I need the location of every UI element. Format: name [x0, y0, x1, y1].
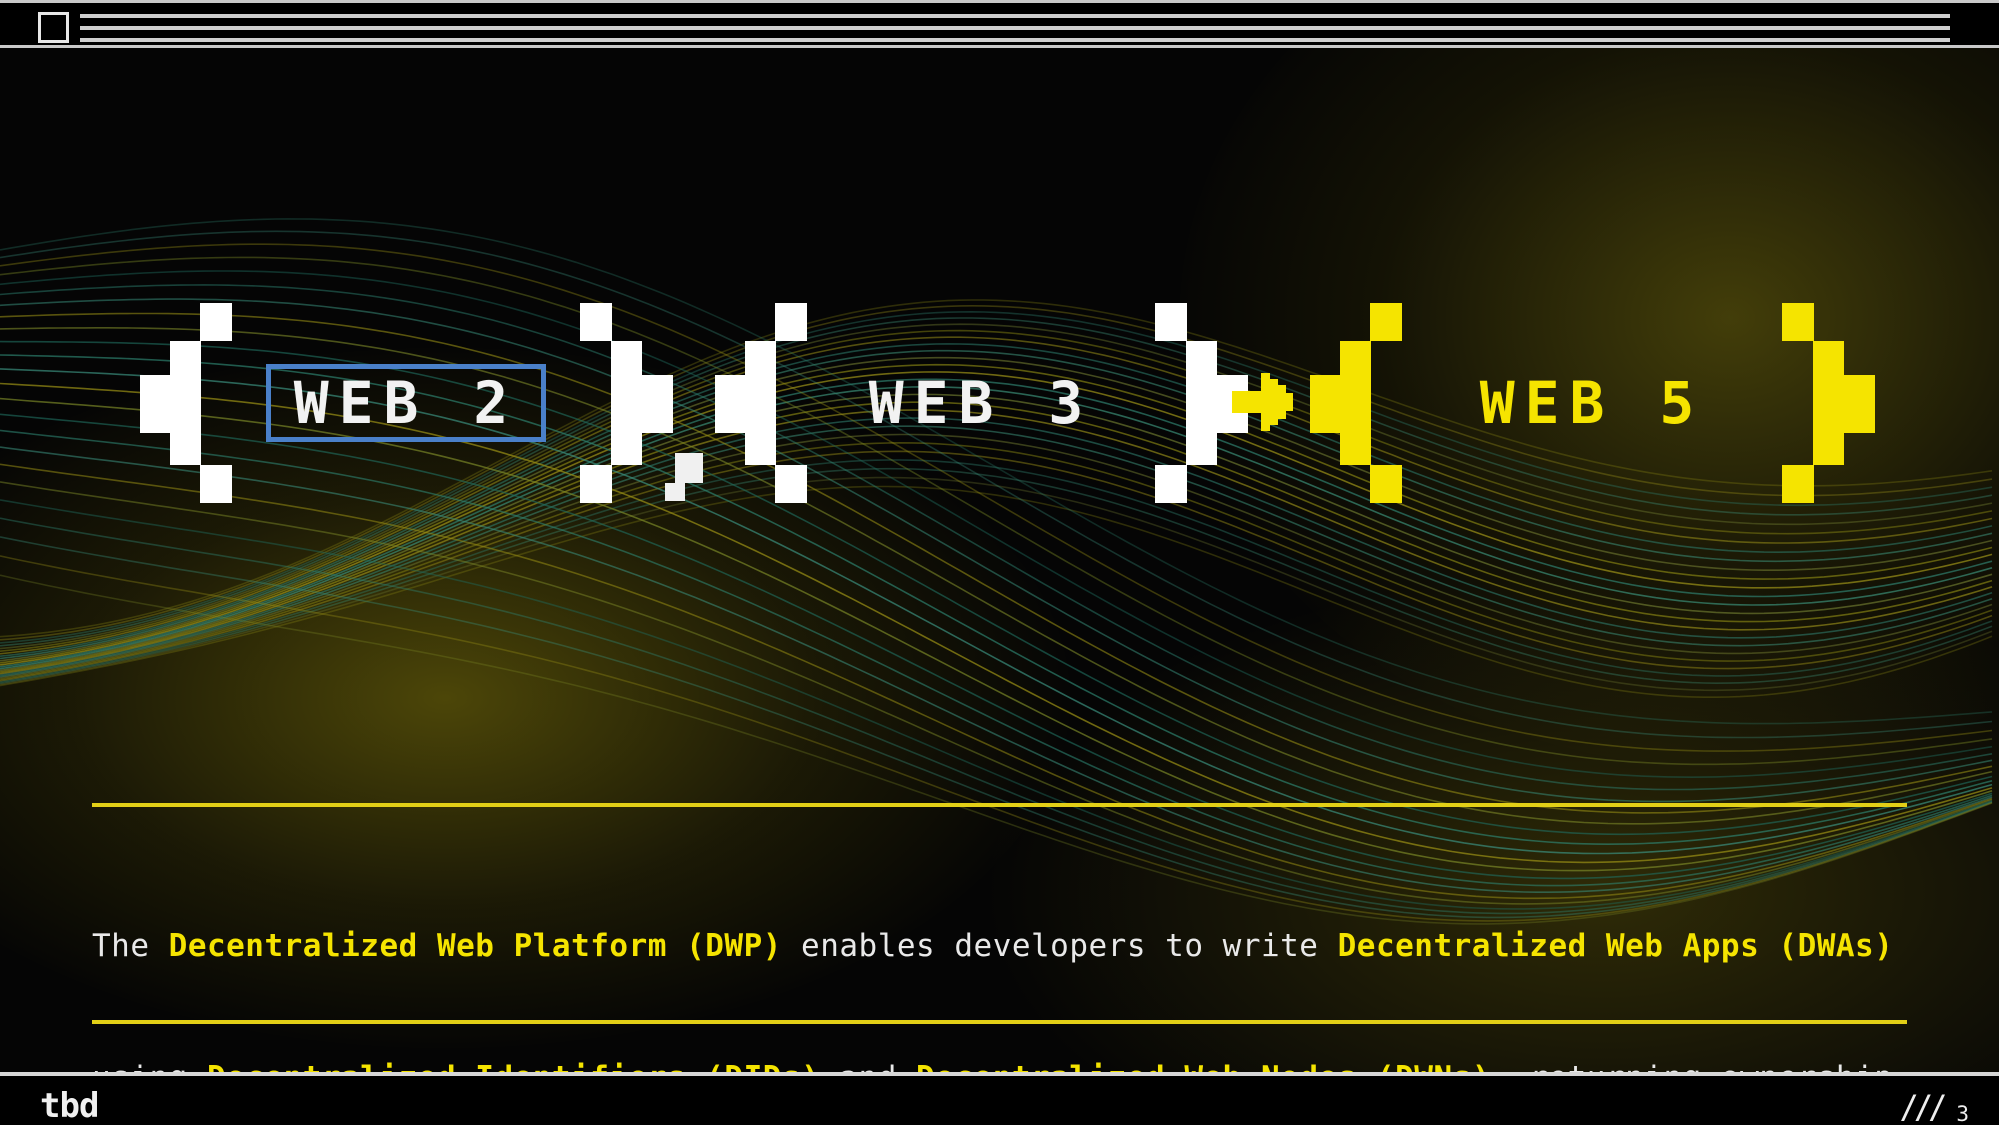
bracket-left-web3 — [715, 303, 807, 503]
body-line-1: The Decentralized Web Platform (DWP) ena… — [92, 924, 1907, 968]
chip-web5-label-box[interactable]: WEB 5 — [1442, 364, 1742, 442]
slide-body-text: The Decentralized Web Platform (DWP) ena… — [92, 836, 1907, 1072]
body-text-run: using — [92, 1060, 207, 1072]
divider-bottom — [92, 1020, 1907, 1024]
body-term-highlight: Decentralized Web Nodes (DWNs) — [916, 1060, 1491, 1072]
title-line — [80, 26, 1950, 30]
chip-web2[interactable]: WEB 2 — [140, 303, 673, 503]
chip-web3[interactable]: WEB 3 — [715, 303, 1248, 503]
bracket-right-web5 — [1782, 303, 1875, 503]
chip-web3-label-box[interactable]: WEB 3 — [841, 364, 1121, 442]
bracket-left-web2 — [140, 303, 232, 503]
page-indicator: /// 3 — [1900, 1088, 1969, 1125]
arrow-right-icon — [1232, 373, 1293, 433]
slide-canvas: WEB 2 WEB 3 WEB 5 The Decentralized Web … — [0, 48, 1999, 1072]
title-line — [80, 38, 1950, 42]
window-top-bar — [0, 0, 1999, 48]
divider-top — [92, 803, 1907, 807]
chip-web2-label: WEB 2 — [293, 369, 519, 437]
body-text-run: The — [92, 928, 169, 964]
tbd-logo: tbd — [40, 1086, 99, 1125]
body-text-run: enables developers to write — [781, 928, 1338, 964]
presentation-window: WEB 2 WEB 3 WEB 5 The Decentralized Web … — [0, 0, 1999, 1125]
chip-web5-label: WEB 5 — [1479, 369, 1705, 437]
body-term-highlight: Decentralized Web Platform (DWP) — [168, 928, 782, 964]
body-line-2: using Decentralized Identifiers (DIDs) a… — [92, 1056, 1907, 1072]
body-term-highlight: Decentralized Identifiers (DIDs) — [207, 1060, 820, 1072]
separator-comma — [665, 453, 703, 501]
slide-footer-bar: tbd /// 3 — [0, 1072, 1999, 1125]
slash-marks-icon: /// — [1899, 1088, 1948, 1125]
chip-web2-label-box[interactable]: WEB 2 — [266, 364, 546, 442]
body-text-run: , returning ownership — [1491, 1060, 1893, 1072]
bracket-right-web2 — [580, 303, 673, 503]
square-outline-icon[interactable] — [38, 12, 69, 43]
chip-web3-label: WEB 3 — [868, 369, 1094, 437]
title-line — [80, 14, 1950, 18]
page-number: 3 — [1956, 1102, 1969, 1125]
body-text-run: and — [820, 1060, 916, 1072]
bracket-left-web5 — [1310, 303, 1402, 503]
window-title-lines — [80, 14, 1950, 42]
body-term-highlight: Decentralized Web Apps (DWAs) — [1337, 928, 1894, 964]
web-evolution-row: WEB 2 WEB 3 WEB 5 — [0, 303, 1999, 523]
bracket-right-web3 — [1155, 303, 1248, 503]
chip-web5[interactable]: WEB 5 — [1310, 303, 1875, 503]
